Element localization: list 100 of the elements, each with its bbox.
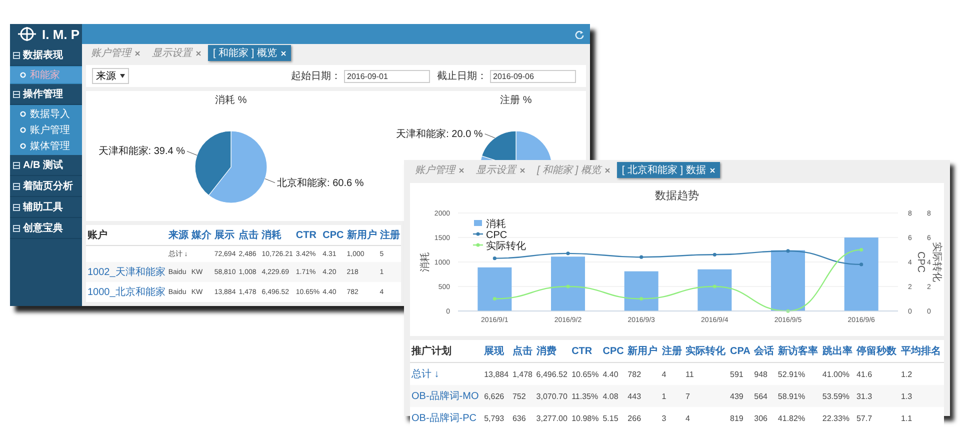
table-cell: 1.3: [899, 385, 944, 407]
tab[interactable]: 账户管理: [86, 45, 145, 61]
tab[interactable]: 显示设置: [471, 162, 530, 178]
table-cell: 57.7: [854, 407, 900, 429]
table-cell: 591: [728, 362, 753, 385]
bar: [624, 271, 658, 311]
column-header[interactable]: CPA: [728, 340, 753, 362]
submenu-item[interactable]: 账户管理: [10, 122, 82, 138]
column-header[interactable]: 注册: [660, 340, 684, 362]
slice-label: 天津和能家: 20.0 %: [396, 128, 483, 140]
column-header[interactable]: 来源: [166, 225, 190, 246]
source-dropdown[interactable]: 来源: [92, 68, 129, 84]
legend-item[interactable]: 消耗: [474, 219, 506, 230]
table-cell: 41.6: [854, 362, 900, 385]
tab[interactable]: [ 和能家 ] 概览: [208, 45, 291, 61]
refresh-icon[interactable]: [575, 30, 584, 38]
start-date-field[interactable]: 2016-09-01: [344, 70, 430, 82]
column-header[interactable]: 新用户: [626, 340, 660, 362]
leader-line: [484, 134, 496, 138]
caret-icon: [120, 74, 125, 78]
table-cell: 10.65%: [570, 362, 602, 385]
close-icon[interactable]: [604, 168, 610, 172]
bar: [771, 250, 805, 311]
sidebar-item[interactable]: 创意宝典: [10, 218, 82, 239]
submenu-item[interactable]: 数据导入: [10, 106, 82, 122]
close-icon[interactable]: [135, 50, 140, 56]
table-cell: 1.2: [899, 362, 944, 385]
column-header[interactable]: 停留秒数: [854, 340, 900, 362]
tab[interactable]: 显示设置: [147, 45, 206, 61]
grid-icon: [13, 182, 20, 190]
table-cell: 443: [626, 385, 660, 407]
column-header[interactable]: 会话: [752, 340, 776, 362]
grid-icon: [13, 52, 20, 58]
legend-label: 消耗: [486, 218, 506, 230]
legend-item[interactable]: CPC: [473, 230, 508, 241]
circle-icon: [20, 72, 26, 78]
table-cell: 5.15: [601, 407, 626, 429]
axis-title: 消耗: [420, 252, 431, 272]
legend-label: 实际转化: [486, 240, 526, 252]
table-cell: 306: [752, 407, 776, 429]
tab[interactable]: [ 和能家 ] 概览: [532, 162, 615, 178]
close-icon[interactable]: [459, 168, 464, 172]
logo-icon: [16, 26, 38, 42]
legend-label: CPC: [486, 230, 508, 241]
leader-line: [186, 150, 198, 156]
column-header[interactable]: CPC: [601, 340, 626, 362]
table-cell: 53.59%: [820, 385, 855, 407]
column-header[interactable]: 点击: [237, 225, 260, 246]
axis-title: 实际转化: [931, 242, 942, 282]
leader-line: [264, 178, 276, 184]
point: [492, 256, 496, 260]
sidebar-item[interactable]: 辅助工具: [10, 197, 82, 218]
column-header[interactable]: CPC: [321, 225, 346, 246]
table-cell: 564: [752, 385, 776, 407]
table-cell: 1: [660, 385, 684, 407]
table-cell: 3: [660, 407, 684, 429]
plan-link[interactable]: 总计 ↓: [412, 369, 440, 380]
submenu-item[interactable]: 媒体管理: [10, 138, 82, 154]
circle-icon: [20, 111, 26, 117]
end-date-field[interactable]: 2016-09-06: [490, 70, 576, 82]
point: [712, 252, 716, 256]
point: [640, 296, 644, 301]
table-cell: 4.40: [601, 362, 626, 385]
close-icon[interactable]: [520, 168, 525, 172]
table-cell: 41.00%: [820, 362, 855, 385]
column-header[interactable]: CTR: [570, 340, 602, 362]
column-header[interactable]: 展现: [482, 340, 511, 362]
chart-title: 注册 %: [500, 95, 532, 106]
sidebar-item[interactable]: 着陆页分析: [10, 176, 82, 197]
legend-item[interactable]: 实际转化: [473, 241, 526, 252]
slice-label: 北京和能家: 60.6 %: [277, 178, 364, 189]
column-header[interactable]: 平均排名: [899, 340, 944, 362]
sidebar-item[interactable]: A/B 测试: [10, 155, 82, 176]
chart-title: 数据趋势: [655, 190, 699, 202]
column-header[interactable]: 跳出率: [820, 340, 855, 362]
point: [640, 255, 644, 259]
table-cell: 11: [684, 362, 728, 385]
column-header[interactable]: 媒介: [190, 225, 213, 246]
account-link[interactable]: 1000_北京和能家: [88, 287, 166, 298]
bar: [478, 267, 512, 311]
column-header[interactable]: 新访客率: [776, 340, 821, 362]
column-header[interactable]: 消耗: [260, 225, 294, 246]
table-cell: 4: [684, 407, 728, 429]
circle-icon: [20, 143, 26, 149]
close-icon[interactable]: [196, 50, 201, 56]
table-cell: 22.33%: [820, 407, 855, 429]
table-cell: 5,793: [482, 407, 511, 429]
column-header[interactable]: 展示: [212, 225, 238, 246]
plan-link[interactable]: OB-品牌词-PC: [412, 413, 476, 424]
column-header[interactable]: 新用户: [345, 225, 378, 246]
column-header[interactable]: 消费: [534, 340, 570, 362]
point: [566, 252, 570, 256]
tab[interactable]: [ 北京和能家 ] 数据: [616, 162, 720, 178]
column-header[interactable]: 实际转化: [684, 340, 728, 362]
table-cell: 10.98%: [570, 407, 602, 429]
column-header[interactable]: 注册: [378, 225, 402, 246]
column-header[interactable]: 点击: [510, 340, 535, 362]
column-header[interactable]: CTR: [294, 225, 322, 246]
tab[interactable]: 账户管理: [410, 162, 469, 178]
table-cell: 13,884: [482, 362, 511, 385]
